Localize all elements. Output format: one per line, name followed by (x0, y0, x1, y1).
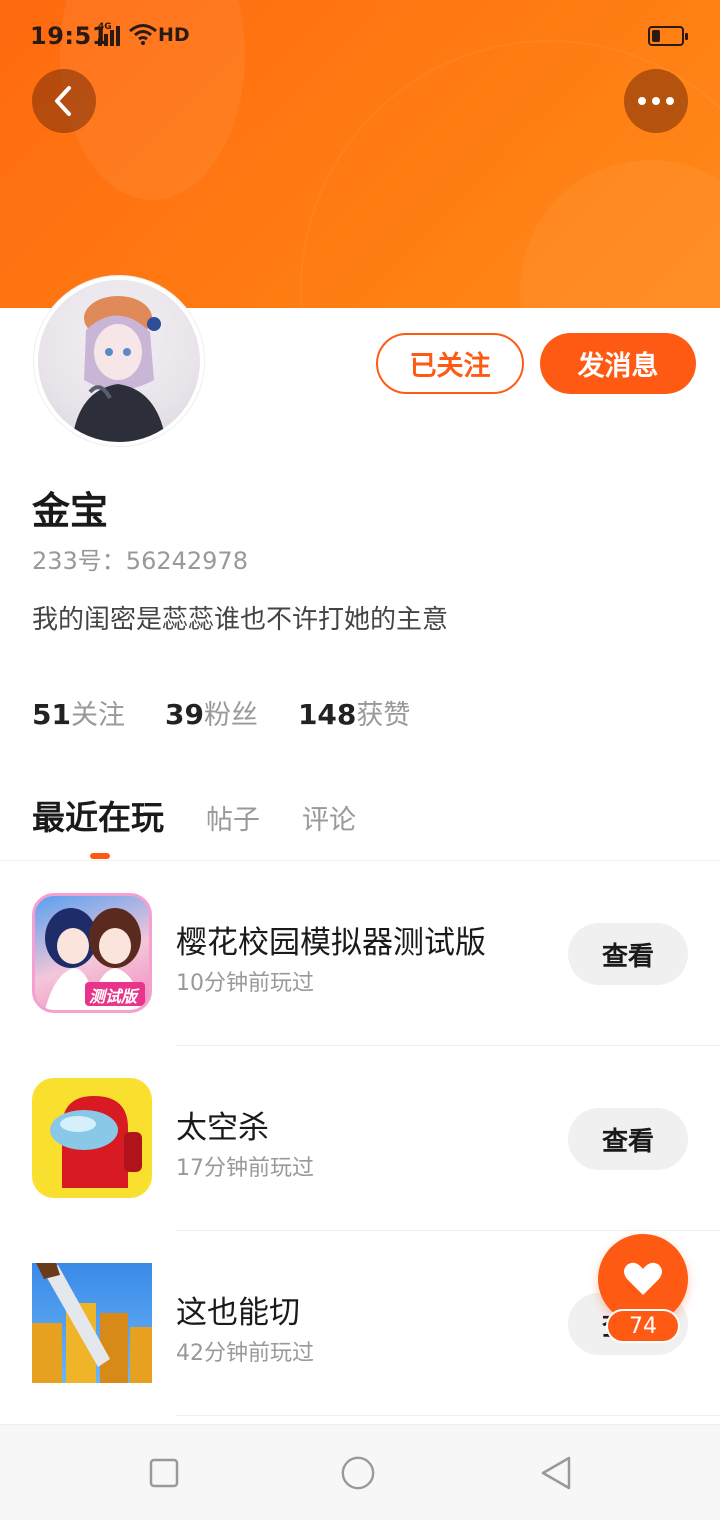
stat-number: 148 (297, 698, 357, 731)
chevron-left-icon (55, 86, 71, 116)
stat-number: 39 (164, 698, 204, 731)
game-icon-knife (32, 1263, 152, 1383)
status-bar: 19:51 4G HD (0, 0, 720, 72)
tab-comments[interactable]: 评论 (302, 798, 356, 837)
back-nav-button[interactable] (538, 1455, 574, 1491)
square-icon (149, 1458, 179, 1488)
more-dots-icon (638, 97, 674, 105)
stat-label: 粉丝 (203, 700, 258, 731)
game-title: 这也能切 (176, 1295, 300, 1331)
triangle-back-icon (541, 1456, 571, 1490)
recent-apps-button[interactable] (146, 1455, 182, 1491)
hd-indicator: HD (158, 24, 190, 46)
profile-stats: 51关注 39粉丝 148获赞 (32, 693, 410, 732)
game-icon-among-us (32, 1078, 152, 1198)
followed-button[interactable]: 已关注 (376, 333, 524, 394)
view-button[interactable]: 查看 (568, 1108, 688, 1170)
home-button[interactable] (340, 1455, 376, 1491)
profile-tabs: 最近在玩 帖子 评论 (32, 791, 398, 839)
stat-likes: 148获赞 (298, 693, 410, 732)
back-button[interactable] (32, 69, 96, 133)
signal-icon: 4G (98, 22, 120, 46)
heart-icon (624, 1262, 662, 1295)
divider (176, 1415, 720, 1416)
wifi-icon (129, 24, 157, 45)
battery-icon (648, 26, 688, 46)
avatar[interactable] (34, 276, 204, 446)
game-title: 太空杀 (176, 1110, 269, 1146)
tab-posts[interactable]: 帖子 (206, 798, 260, 837)
stat-fans[interactable]: 39粉丝 (165, 693, 258, 732)
stat-label: 关注 (70, 700, 125, 731)
avatar-image (72, 296, 166, 442)
stat-label: 获赞 (356, 700, 411, 731)
like-count: 74 (606, 1309, 680, 1343)
list-item[interactable]: 太空杀 17分钟前玩过 查看 (0, 1046, 720, 1231)
user-name: 金宝 (32, 489, 109, 533)
game-played-time: 42分钟前玩过 (176, 1341, 314, 1366)
view-button[interactable]: 查看 (568, 923, 688, 985)
message-button[interactable]: 发消息 (540, 333, 696, 394)
network-type: 4G (98, 22, 112, 32)
user-bio: 我的闺密是蕊蕊谁也不许打她的主意 (32, 605, 449, 635)
list-item[interactable]: 测试版 樱花校园模拟器测试版 10分钟前玩过 查看 (0, 861, 720, 1046)
game-played-time: 10分钟前玩过 (176, 971, 314, 996)
system-nav-bar (0, 1424, 720, 1520)
game-icon-sakura: 测试版 (32, 893, 152, 1013)
game-title: 樱花校园模拟器测试版 (176, 925, 486, 961)
stat-number: 51 (32, 698, 71, 731)
user-id: 233号：56242978 (32, 547, 248, 575)
more-button[interactable] (624, 69, 688, 133)
stat-following[interactable]: 51关注 (32, 693, 125, 732)
game-badge: 测试版 (89, 987, 138, 1006)
tab-recent-play[interactable]: 最近在玩 (32, 791, 164, 839)
circle-icon (341, 1456, 375, 1490)
tab-indicator (90, 853, 110, 859)
game-played-time: 17分钟前玩过 (176, 1156, 314, 1181)
